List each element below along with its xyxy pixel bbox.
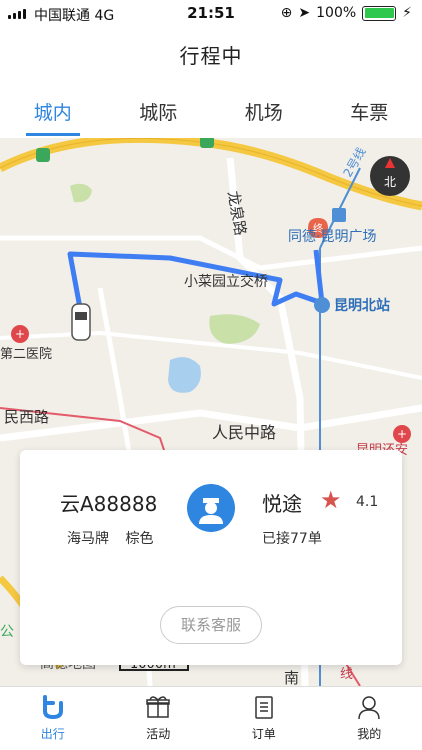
- building-icon: [332, 208, 346, 222]
- car-info: 海马牌 棕色: [67, 528, 153, 548]
- map-view[interactable]: 终 北 + + 龙泉路 同德·昆明广场 小菜园立交桥 昆明北站 第二医院 民西路…: [0, 138, 422, 686]
- map-label-xiaocaiyuan: 小菜园立交桥: [184, 273, 268, 290]
- bus-icon-2: [200, 138, 214, 148]
- nav-profile-label: 我的: [357, 727, 382, 741]
- map-label-tongde: 同德·昆明广场: [288, 229, 376, 245]
- map-label-line: 线: [340, 667, 353, 682]
- order-icon: [255, 696, 273, 719]
- compass-label: 北: [384, 175, 396, 189]
- trip-card: 云A88888 海马牌 棕色 悦途 ★ 4.1 已接77单 联系客服: [20, 450, 402, 665]
- park-shape-2: [70, 183, 92, 203]
- charging-icon: ⚡: [402, 5, 412, 21]
- map-label-renmin: 人民中路: [212, 423, 276, 442]
- nav-activities[interactable]: 活动: [123, 687, 193, 750]
- svg-text:+: +: [15, 327, 25, 341]
- bottom-nav: 出行 活动 订单 我的: [0, 686, 422, 750]
- nav-travel-label: 出行: [40, 727, 65, 741]
- license-plate: 云A88888: [60, 492, 158, 516]
- rotation-lock-icon: ⊕: [280, 5, 293, 21]
- nav-profile[interactable]: 我的: [334, 687, 404, 750]
- nav-orders-label: 订单: [251, 727, 276, 741]
- status-bar: 中国联通 4G 21:51 ⊕ ➤ 100% ⚡: [0, 0, 422, 28]
- driver-name: 悦途: [262, 492, 302, 516]
- driver-rating: 4.1: [356, 494, 379, 510]
- tab-tickets[interactable]: 车票: [329, 90, 409, 136]
- star-icon: ★: [320, 486, 342, 514]
- lake-shape: [168, 357, 201, 393]
- tab-airport[interactable]: 机场: [224, 90, 304, 136]
- nav-orders[interactable]: 订单: [229, 687, 299, 750]
- tab-intercity[interactable]: 城际: [118, 90, 198, 136]
- page-title: 行程中: [179, 44, 243, 68]
- driver-avatar-icon: [187, 484, 235, 532]
- travel-icon: [42, 695, 63, 720]
- map-label-hospital: 第二医院: [0, 347, 52, 362]
- map-label-kunming-north: 昆明北站: [334, 297, 390, 314]
- location-icon: ➤: [298, 5, 311, 21]
- map-label-park: 公: [0, 624, 14, 640]
- bus-icon: [36, 148, 50, 162]
- nav-travel[interactable]: 出行: [18, 687, 88, 750]
- map-label-line2: 2号线: [340, 145, 368, 179]
- gift-icon: [146, 696, 170, 718]
- map-label-minxi: 民西路: [4, 408, 49, 426]
- station-icon: [314, 297, 330, 313]
- nav-activities-label: 活动: [146, 727, 171, 741]
- tab-city[interactable]: 城内: [13, 90, 93, 136]
- car-brand: 海马牌: [67, 531, 109, 547]
- user-icon: [358, 696, 380, 720]
- battery-percent: 100%: [316, 5, 357, 21]
- park-shape: [209, 314, 260, 344]
- car-color: 棕色: [125, 531, 154, 547]
- battery-icon: [362, 5, 397, 21]
- tab-bar: 城内 城际 机场 车票: [0, 90, 422, 136]
- driver-orders: 已接77单: [262, 531, 322, 547]
- map-label-longquan: 龙泉路: [224, 190, 250, 237]
- map-label-south: 南: [284, 669, 299, 686]
- svg-text:+: +: [397, 427, 407, 441]
- car-icon: [71, 303, 91, 341]
- contact-service-button[interactable]: 联系客服: [160, 606, 262, 644]
